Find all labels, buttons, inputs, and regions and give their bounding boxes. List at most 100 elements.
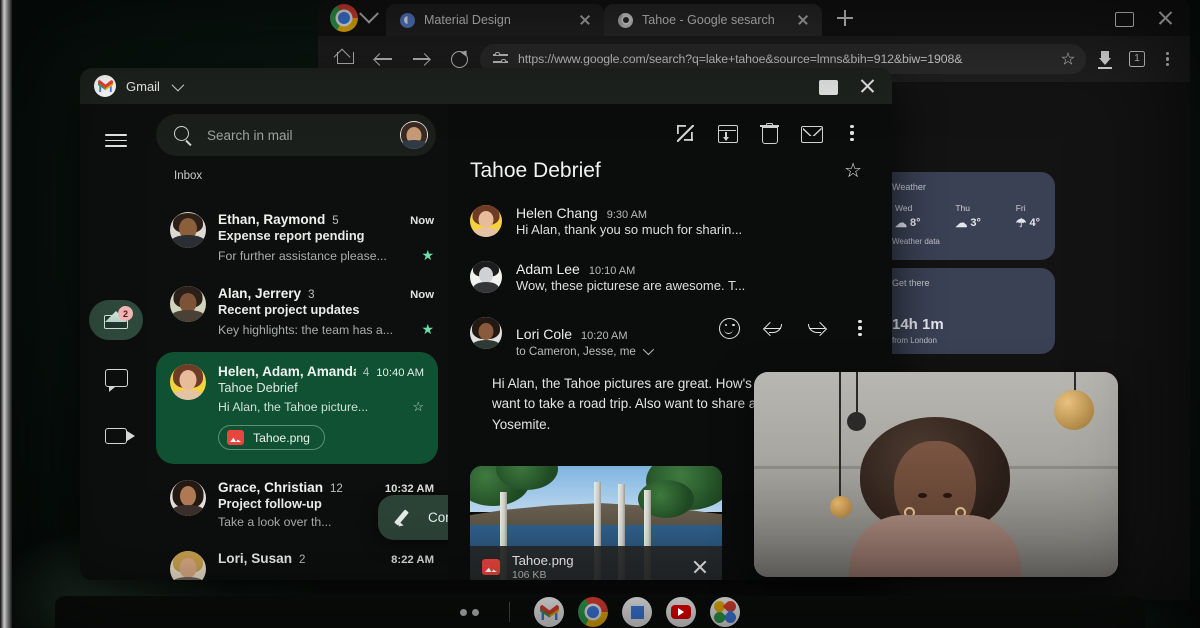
maximize-icon[interactable] (1106, 4, 1140, 32)
image-file-icon (227, 430, 244, 445)
app-launcher-button[interactable] (460, 609, 479, 616)
laptop-bezel (0, 0, 12, 628)
reading-pane-subject-row: Tahoe Debrief ☆ (448, 144, 892, 183)
avatar (470, 317, 502, 349)
star-icon[interactable]: ☆ (844, 158, 862, 183)
chevron-down-icon[interactable] (172, 78, 185, 91)
gmail-nav-rail: 2 (80, 104, 152, 580)
hamburger-menu-icon[interactable] (92, 116, 140, 164)
more-options-icon[interactable] (842, 122, 862, 144)
chevron-down-icon[interactable] (643, 344, 654, 355)
message-recipients[interactable]: to Cameron, Jesse, me (516, 345, 870, 358)
weather-day-label: Wed (895, 203, 921, 213)
email-time: 8:22 AM (391, 554, 434, 566)
taskbar-youtube-icon[interactable] (666, 597, 696, 627)
message-time: 10:20 AM (581, 330, 627, 342)
star-icon[interactable]: ★ (421, 247, 434, 264)
message-sender: Adam Lee (516, 261, 580, 277)
attachment-chip[interactable]: Tahoe.png (218, 425, 325, 450)
video-call-overlay[interactable] (754, 372, 1118, 577)
emoji-icon[interactable] (719, 318, 740, 339)
weather-widget: Weather Wed ☁8° Thu ☁3° Fri ☂4° Weat (880, 172, 1055, 260)
url-text: https://www.google.com/search?q=lake+tah… (518, 52, 1048, 66)
browser-tab-material-design[interactable]: Material Design (386, 4, 604, 36)
attachment-size: 106 KB (512, 569, 678, 580)
pencil-icon (396, 508, 415, 527)
archive-icon[interactable] (716, 122, 738, 144)
search-placeholder: Search in mail (207, 128, 386, 143)
avatar (170, 212, 206, 248)
site-settings-icon[interactable] (492, 50, 510, 68)
list-item[interactable]: Lori, Susan 2 8:22 AM (152, 539, 448, 580)
maximize-icon[interactable] (810, 72, 844, 100)
taskbar (55, 596, 1145, 628)
email-subject: Expense report pending (218, 228, 364, 243)
email-thread-count: 12 (330, 483, 343, 495)
bookmark-star-icon[interactable]: ☆ (1056, 47, 1080, 71)
weather-widget-title: Weather (892, 182, 1043, 192)
email-snippet: For further assistance please... (218, 249, 413, 263)
search-input[interactable]: Search in mail (156, 114, 436, 156)
email-sender: Ethan, Raymond (218, 212, 325, 227)
star-icon[interactable]: ★ (421, 321, 434, 338)
message-time: 9:30 AM (607, 209, 647, 221)
mark-unread-icon[interactable] (800, 122, 822, 144)
material-icon (400, 13, 415, 28)
browser-tab-tahoe-search[interactable]: Tahoe - Google sesarch (604, 4, 822, 36)
taskbar-chrome-icon[interactable] (578, 597, 608, 627)
thread-message-open: Lori Cole 10:20 AM to Camero (470, 317, 870, 358)
message-snippet: Hi Alan, thank you so much for sharin... (516, 222, 742, 237)
weather-day: Fri ☂4° (1016, 203, 1040, 229)
screenshot-stage: Material Design Tahoe - Google sesarch (0, 0, 1200, 628)
avatar (170, 286, 206, 322)
taskbar-gmail-icon[interactable] (534, 597, 564, 627)
email-time: 10:40 AM (376, 367, 424, 379)
attachment-name: Tahoe.png (512, 553, 678, 568)
attachment-preview-card[interactable]: Tahoe.png 106 KB (470, 466, 722, 580)
sidebar-item-meet[interactable] (89, 416, 143, 456)
more-options-icon[interactable] (850, 317, 870, 339)
thread-message-collapsed[interactable]: Helen Chang 9:30 AM Hi Alan, thank you s… (470, 205, 870, 239)
tab-count-icon[interactable]: 1 (1124, 46, 1150, 72)
recipients-text: to Cameron, Jesse, me (516, 345, 636, 358)
weather-temp: 3° (970, 217, 981, 229)
weather-data-label: Weather data (892, 237, 1043, 246)
list-item[interactable]: Ethan, Raymond 5 Now Expense report pend… (152, 200, 448, 274)
download-icon[interactable] (1090, 44, 1120, 74)
sidebar-item-chat[interactable] (89, 358, 143, 398)
expand-icon[interactable] (674, 122, 696, 144)
tab-label: Material Design (424, 13, 567, 27)
email-thread-count: 5 (332, 215, 338, 227)
email-subject: Tahoe Debrief (218, 380, 298, 395)
weather-day-label: Fri (1016, 203, 1040, 213)
avatar (170, 480, 206, 516)
kebab-menu-icon[interactable] (1154, 44, 1180, 74)
taskbar-slides-icon[interactable] (622, 597, 652, 627)
close-icon[interactable] (1148, 4, 1182, 32)
list-item[interactable]: Alan, Jerrery 3 Now Recent project updat… (152, 274, 448, 348)
email-subject: Project follow-up (218, 496, 322, 511)
chevron-down-icon[interactable] (359, 4, 379, 24)
avatar[interactable] (400, 121, 428, 149)
participant-torso (849, 515, 1021, 577)
delete-icon[interactable] (758, 122, 780, 144)
star-icon[interactable]: ☆ (412, 399, 424, 415)
weather-day: Thu ☁3° (955, 203, 981, 229)
forward-icon[interactable] (806, 318, 828, 338)
reply-icon[interactable] (762, 318, 784, 338)
close-icon[interactable] (794, 11, 812, 29)
sidebar-item-mail[interactable]: 2 (89, 300, 143, 340)
new-tab-button[interactable] (830, 3, 860, 33)
close-icon[interactable] (690, 557, 710, 577)
email-time: Now (410, 289, 434, 301)
rail-item-list: 2 (80, 300, 152, 474)
browser-window-controls (1106, 4, 1182, 32)
close-icon[interactable] (576, 11, 594, 29)
close-icon[interactable] (850, 72, 884, 100)
thread-message-collapsed[interactable]: Adam Lee 10:10 AM Wow, these picturese a… (470, 261, 870, 295)
email-time: 10:32 AM (385, 483, 434, 495)
taskbar-photos-icon[interactable] (710, 597, 740, 627)
message-time: 10:10 AM (589, 265, 635, 277)
list-item-selected[interactable]: Helen, Adam, Amanda 4 10:40 AM Tahoe Deb… (156, 352, 438, 464)
email-subject: Recent project updates (218, 302, 360, 317)
